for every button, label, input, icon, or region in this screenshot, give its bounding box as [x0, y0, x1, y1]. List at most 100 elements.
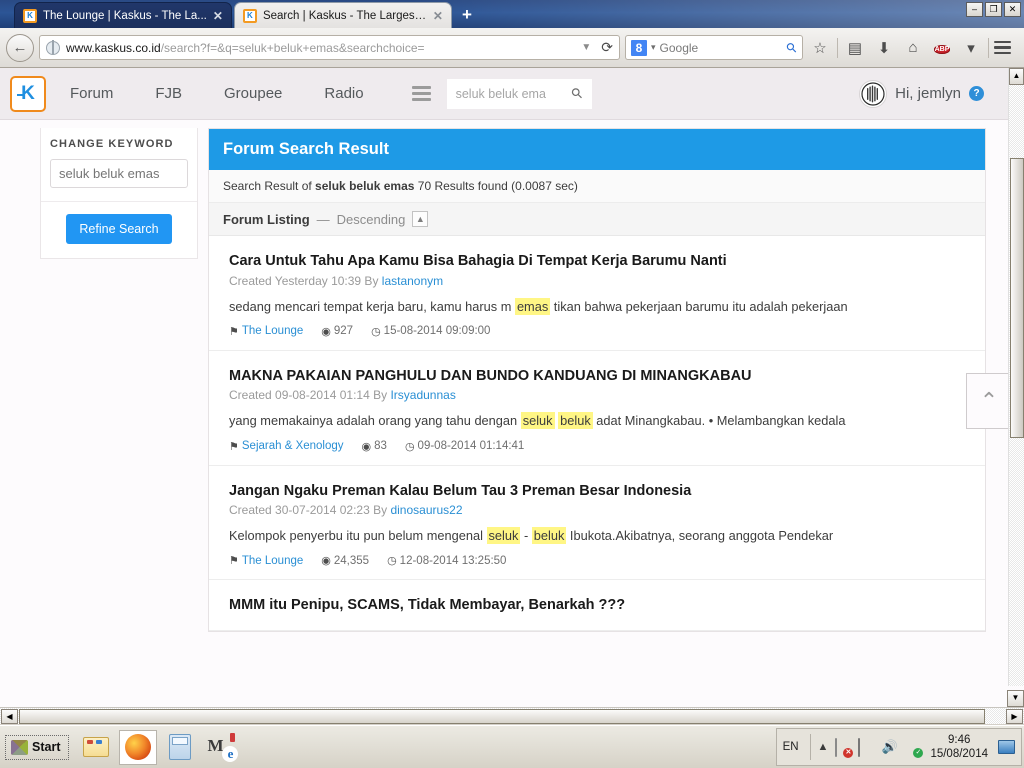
url-text: www.kaskus.co.id/search?f=&q=seluk+beluk…: [66, 41, 575, 55]
created-text: Created Yesterday 10:39 By: [229, 273, 382, 288]
help-icon[interactable]: ?: [969, 86, 984, 101]
forum-link[interactable]: The Lounge: [242, 555, 303, 567]
views-count: 83: [374, 440, 387, 453]
result-snippet: sedang mencari tempat kerja baru, kamu h…: [229, 297, 965, 315]
search-result-item[interactable]: MAKNA PAKAIAN PANGHULU DAN BUNDO KANDUAN…: [209, 351, 985, 466]
browser-tab-search[interactable]: K Search | Kaskus - The Largest... ✕: [233, 2, 452, 28]
refine-search-button[interactable]: Refine Search: [66, 214, 172, 244]
created-text: Created 30-07-2014 02:23 By: [229, 503, 391, 518]
back-button[interactable]: ←: [6, 33, 34, 62]
tag-icon: ⚑: [229, 555, 239, 568]
vertical-scroll-thumb[interactable]: [1010, 158, 1024, 438]
adblock-icon[interactable]: ABP: [930, 38, 954, 58]
result-forum[interactable]: ⚑ The Lounge: [229, 554, 303, 568]
result-author-link[interactable]: Irsyadunnas: [390, 388, 455, 402]
site-search-input[interactable]: seluk beluk ema: [456, 87, 546, 101]
taskbar-clock[interactable]: 9:46 15/08/2014: [927, 733, 991, 762]
result-forum[interactable]: ⚑ Sejarah & Xenology: [229, 440, 344, 453]
clock-icon: ◷: [371, 325, 381, 338]
scroll-right-button[interactable]: ▶: [1006, 708, 1023, 724]
search-icon[interactable]: ⚲: [568, 84, 587, 103]
result-title[interactable]: Cara Untuk Tahu Apa Kamu Bisa Bahagia Di…: [229, 252, 965, 271]
network-adapter-icon[interactable]: [858, 738, 874, 757]
tab-close-icon[interactable]: ✕: [213, 9, 223, 23]
toolbar-divider: [837, 37, 838, 58]
keyword-input[interactable]: [50, 159, 188, 188]
forum-link[interactable]: Sejarah & Xenology: [242, 440, 344, 452]
scroll-down-button[interactable]: ▼: [1007, 690, 1024, 707]
abp-badge: ABP: [933, 44, 951, 54]
page-content: CHANGE KEYWORD Refine Search Forum Searc…: [0, 120, 1008, 632]
address-bar[interactable]: www.kaskus.co.id/search?f=&q=seluk+beluk…: [39, 35, 620, 60]
downloads-icon[interactable]: ⬇: [872, 39, 896, 57]
bookmark-star-icon[interactable]: ☆: [808, 39, 832, 57]
result-created: Created 30-07-2014 02:23 By dinosaurus22: [229, 503, 965, 517]
scroll-up-button[interactable]: ▲: [1009, 68, 1024, 85]
restore-button[interactable]: ❐: [985, 2, 1002, 17]
browser-search-box[interactable]: 8 ▾ Google ⚲: [625, 35, 803, 60]
nav-item-fjb[interactable]: FJB: [155, 85, 182, 102]
language-indicator[interactable]: EN: [783, 741, 803, 753]
dropbox-icon[interactable]: ✓: [904, 739, 924, 758]
search-result-item[interactable]: Cara Untuk Tahu Apa Kamu Bisa Bahagia Di…: [209, 236, 985, 351]
folder-icon: [83, 737, 110, 757]
result-author-link[interactable]: dinosaurus22: [390, 503, 462, 517]
minimize-button[interactable]: –: [966, 2, 983, 17]
nav-item-groupee[interactable]: Groupee: [224, 85, 282, 102]
reading-list-icon[interactable]: ▤: [843, 39, 867, 57]
network-status-icon[interactable]: ✕: [835, 738, 854, 758]
result-snippet: yang memakainya adalah orang yang tahu d…: [229, 412, 965, 430]
nav-item-forum[interactable]: Forum: [70, 85, 113, 102]
search-result-item[interactable]: MMM itu Penipu, SCAMS, Tidak Membayar, B…: [209, 580, 985, 631]
page-vertical-scrollbar[interactable]: ▲: [1008, 68, 1024, 686]
panel-heading: Forum Search Result: [209, 129, 985, 170]
user-area[interactable]: Hi, jemlyn ?: [859, 79, 1008, 108]
site-menu-icon[interactable]: [408, 82, 435, 105]
start-button[interactable]: Start: [5, 734, 70, 760]
tab-close-icon[interactable]: ✕: [433, 9, 443, 23]
new-tab-button[interactable]: +: [462, 5, 472, 25]
taskbar-item-firefox[interactable]: [119, 729, 158, 765]
home-icon[interactable]: ⌂: [901, 39, 925, 56]
chevron-down-icon[interactable]: ▾: [651, 42, 656, 53]
horizontal-scroll-thumb[interactable]: [19, 708, 985, 724]
scroll-to-top-button[interactable]: ⌃: [966, 373, 1012, 429]
avatar[interactable]: [859, 79, 888, 108]
result-timestamp: ◷ 09-08-2014 01:14:41: [405, 440, 524, 453]
tray-expand-icon[interactable]: ▲: [818, 741, 829, 753]
result-title[interactable]: MMM itu Penipu, SCAMS, Tidak Membayar, B…: [229, 596, 965, 615]
volume-icon[interactable]: 🔊: [881, 739, 897, 755]
result-title[interactable]: Jangan Ngaku Preman Kalau Belum Tau 3 Pr…: [229, 482, 965, 501]
scroll-left-button[interactable]: ◀: [1, 708, 18, 724]
back-arrow-icon: ←: [12, 39, 28, 56]
nav-item-radio[interactable]: Radio: [324, 85, 363, 102]
search-icon[interactable]: ⚲: [783, 38, 801, 56]
menu-icon[interactable]: [994, 40, 1018, 55]
taskbar-item-calculator[interactable]: [161, 730, 199, 765]
tab-title: The Lounge | Kaskus - The La...: [43, 9, 207, 22]
result-forum[interactable]: ⚑ The Lounge: [229, 325, 303, 338]
sort-toggle-icon[interactable]: ▲: [412, 211, 429, 227]
forum-link[interactable]: The Lounge: [242, 325, 303, 337]
url-domain: www.kaskus.co.id: [66, 40, 161, 55]
taskbar-item-file-explorer[interactable]: [77, 730, 115, 765]
listing-sort-label[interactable]: Descending: [337, 212, 406, 227]
search-result-item[interactable]: Jangan Ngaku Preman Kalau Belum Tau 3 Pr…: [209, 466, 985, 581]
result-meta: ⚑ The Lounge ◉ 927 ◷ 15-08-2014 09:09:00: [229, 325, 965, 338]
site-search-box[interactable]: seluk beluk ema ⚲: [446, 78, 592, 109]
timestamp-text: 09-08-2014 01:14:41: [417, 440, 525, 453]
kaskus-logo[interactable]: K: [10, 75, 46, 112]
created-text: Created 09-08-2014 01:14 By: [229, 388, 391, 403]
taskbar-item-mwe[interactable]: Me: [203, 730, 241, 765]
close-button[interactable]: ✕: [1004, 2, 1021, 17]
show-desktop-icon[interactable]: [998, 740, 1015, 754]
reload-icon[interactable]: ⟳: [601, 39, 613, 56]
browser-tab-lounge[interactable]: K The Lounge | Kaskus - The La... ✕: [14, 2, 232, 28]
result-author-link[interactable]: lastanonym: [382, 274, 443, 288]
kaskus-favicon: K: [23, 8, 37, 23]
page-horizontal-scrollbar[interactable]: ◀ ▶: [0, 707, 1024, 724]
result-title[interactable]: MAKNA PAKAIAN PANGHULU DAN BUNDO KANDUAN…: [229, 367, 965, 386]
snippet-part: yang memakainya adalah orang yang tahu d…: [229, 413, 521, 429]
chevron-down-icon[interactable]: ▼: [581, 42, 591, 53]
chevron-down-icon[interactable]: ▾: [959, 39, 983, 57]
